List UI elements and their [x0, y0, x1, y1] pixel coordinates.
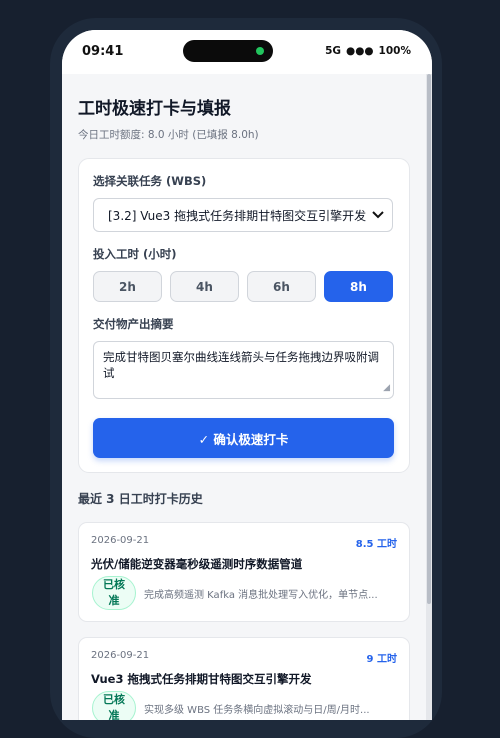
entry-hours: 9 工时 — [366, 654, 397, 665]
resize-grip-icon[interactable]: ◢ — [383, 380, 390, 396]
deliverable-text: 完成甘特图贝塞尔曲线连线箭头与任务拖拽边界吸附调试 — [103, 350, 379, 380]
history-title: 最近 3 日工时打卡历史 — [78, 492, 203, 506]
battery-label: 100% — [378, 45, 411, 57]
chevron-down-icon — [372, 208, 384, 222]
status-badge: 已核准 — [92, 576, 136, 610]
camera-indicator-icon — [256, 47, 264, 55]
entry-date: 2026-09-21 — [91, 535, 150, 546]
hours-options: 2h 4h 6h 8h — [93, 271, 395, 302]
page-title: 工时极速打卡与填报 — [78, 99, 231, 119]
task-select-value: [3.2] Vue3 拖拽式任务排期甘特图交互引擎开发 — [108, 208, 367, 223]
scrollbar-thumb[interactable] — [427, 74, 431, 604]
entry-summary: 完成高频遥测 Kafka 消息批处理写入优化，单节点... — [144, 590, 378, 601]
status-indicators: 5G ●●● 100% — [325, 45, 411, 57]
phone-screen: 09:41 5G ●●● 100% 工时极速打卡与填报 今日工时额度: 8.0 … — [62, 30, 432, 720]
dynamic-island — [183, 40, 273, 62]
network-label: 5G — [325, 45, 342, 57]
entry-hours: 8.5 工时 — [355, 539, 397, 550]
hour-option-8h[interactable]: 8h — [324, 271, 393, 302]
hour-option-2h[interactable]: 2h — [93, 271, 162, 302]
hour-option-6h[interactable]: 6h — [247, 271, 316, 302]
confirm-clock-in-button[interactable]: ✓ 确认极速打卡 — [93, 418, 394, 458]
scrollbar[interactable] — [426, 74, 432, 720]
task-label: 选择关联任务 (WBS) — [93, 174, 207, 188]
entry-date: 2026-09-21 — [91, 650, 150, 661]
main-content: 工时极速打卡与填报 今日工时额度: 8.0 小时 (已填报 8.0h) 选择关联… — [78, 74, 410, 720]
page-subtitle: 今日工时额度: 8.0 小时 (已填报 8.0h) — [78, 129, 259, 141]
history-entry[interactable]: 2026-09-21 8.5 工时 光伏/储能逆变器毫秒级遥测时序数据管道 已核… — [78, 522, 410, 622]
task-select[interactable]: [3.2] Vue3 拖拽式任务排期甘特图交互引擎开发 — [93, 198, 393, 232]
status-bar: 09:41 5G ●●● 100% — [62, 30, 432, 74]
hours-label: 投入工时 (小时) — [93, 247, 177, 261]
deliverable-textarea[interactable]: 完成甘特图贝塞尔曲线连线箭头与任务拖拽边界吸附调试 ◢ — [93, 341, 394, 399]
signal-icon: ●●● — [346, 45, 374, 57]
entry-task: 光伏/储能逆变器毫秒级遥测时序数据管道 — [91, 557, 303, 571]
status-time: 09:41 — [82, 44, 124, 59]
entry-task: Vue3 拖拽式任务排期甘特图交互引擎开发 — [91, 672, 312, 686]
clock-in-form: 选择关联任务 (WBS) [3.2] Vue3 拖拽式任务排期甘特图交互引擎开发… — [78, 158, 410, 473]
status-badge: 已核准 — [92, 691, 136, 720]
hour-option-4h[interactable]: 4h — [170, 271, 239, 302]
deliverable-label: 交付物产出摘要 — [93, 317, 174, 331]
history-entry[interactable]: 2026-09-21 9 工时 Vue3 拖拽式任务排期甘特图交互引擎开发 已核… — [78, 637, 410, 720]
